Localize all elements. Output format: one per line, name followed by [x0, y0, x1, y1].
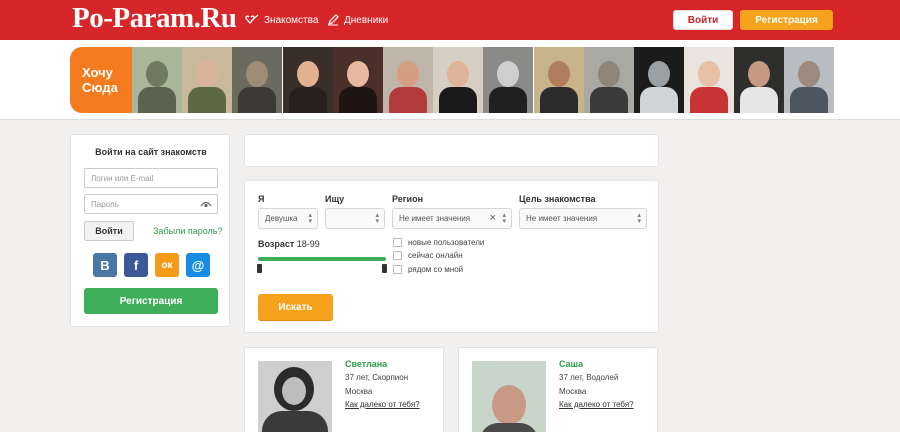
header-login-button[interactable]: Войти	[673, 10, 733, 30]
user-thumbnails	[132, 47, 835, 113]
checkbox-label: сейчас онлайн	[408, 251, 463, 260]
select-arrows-icon: ▴ ▾	[637, 212, 641, 225]
user-thumbnail[interactable]	[132, 47, 182, 113]
goal-value: Не имеет значения	[526, 214, 598, 223]
region-value: Не имеет значения	[399, 214, 471, 223]
forgot-password-link[interactable]: Забыли пароль?	[153, 226, 222, 236]
online-now-checkbox[interactable]: сейчас онлайн	[393, 251, 463, 260]
gender-select[interactable]: Девушка ▴ ▾	[258, 208, 318, 229]
profile-age-sign: 37 лет, Скорпион	[345, 373, 409, 382]
login-title: Войти на сайт знакомств	[95, 147, 207, 157]
site-logo[interactable]: Po-Param.Ru	[72, 2, 237, 35]
distance-link[interactable]: Как далеко от тебя?	[559, 400, 634, 409]
profile-name[interactable]: Саша	[559, 359, 583, 369]
user-thumbnail[interactable]	[332, 47, 383, 113]
promo-want-here-button[interactable]: Хочу Сюда	[70, 47, 132, 113]
checkbox-box[interactable]	[393, 238, 402, 247]
checkbox-box[interactable]	[393, 251, 402, 260]
nav-link-diaries[interactable]: Дневники	[327, 14, 388, 26]
age-slider-max-handle[interactable]	[382, 264, 387, 273]
age-label: Возраст 18-99	[258, 239, 320, 249]
gender-value: Девушка	[265, 214, 298, 223]
top-header: Po-Param.Ru Знакомства Дневники Войти Ре…	[0, 0, 900, 40]
user-thumbnail[interactable]	[232, 47, 283, 113]
age-slider-min-handle[interactable]	[257, 264, 262, 273]
distance-link[interactable]: Как далеко от тебя?	[345, 400, 420, 409]
social-login-buttons: В f ок @	[93, 253, 210, 277]
user-thumbnail[interactable]	[784, 47, 835, 113]
pencil-icon	[328, 14, 339, 26]
profile-city: Москва	[559, 387, 587, 396]
checkbox-box[interactable]	[393, 265, 402, 274]
search-button[interactable]: Искать	[258, 294, 333, 320]
user-thumbnail[interactable]	[533, 47, 584, 113]
user-thumbnail[interactable]	[684, 47, 735, 113]
nav-label-diaries: Дневники	[344, 14, 389, 26]
select-arrows-icon: ▴ ▾	[308, 212, 312, 225]
nearby-checkbox[interactable]: рядом со мной	[393, 265, 463, 274]
user-thumbnail[interactable]	[282, 47, 333, 113]
profile-card[interactable]: Светлана 37 лет, Скорпион Москва Как дал…	[244, 347, 444, 432]
facebook-icon[interactable]: f	[124, 253, 148, 277]
goal-select[interactable]: Не имеет значения ▴ ▾	[519, 208, 647, 229]
profile-age-sign: 37 лет, Водолей	[559, 373, 619, 382]
age-slider-track[interactable]	[258, 257, 386, 261]
promo-line-2: Сюда	[82, 80, 118, 95]
profile-city: Москва	[345, 387, 373, 396]
user-thumbnail[interactable]	[182, 47, 233, 113]
mailru-icon[interactable]: @	[186, 253, 210, 277]
age-range: 18-99	[296, 239, 320, 249]
promo-line-1: Хочу	[82, 65, 113, 80]
seek-label: Ищу	[325, 194, 345, 204]
checkbox-label: рядом со мной	[408, 265, 464, 274]
user-thumbnail[interactable]	[433, 47, 484, 113]
odnoklassniki-icon[interactable]: ок	[155, 253, 179, 277]
login-input[interactable]: Логин или E-mail	[84, 168, 218, 188]
nav-link-dating[interactable]: Знакомства	[245, 14, 318, 26]
profile-photo[interactable]	[472, 361, 546, 432]
region-label: Регион	[392, 194, 423, 204]
checkbox-label: новые пользователи	[408, 238, 485, 247]
heart-arrow-icon	[245, 14, 259, 24]
vk-icon[interactable]: В	[93, 253, 117, 277]
top-banner	[244, 134, 659, 167]
login-panel: Войти на сайт знакомств Логин или E-mail…	[70, 134, 230, 327]
profile-name[interactable]: Светлана	[345, 359, 387, 369]
region-select[interactable]: Не имеет значения × ▴ ▾	[392, 208, 512, 229]
user-thumbnail[interactable]	[483, 47, 534, 113]
age-title: Возраст	[258, 239, 295, 249]
password-placeholder: Пароль	[91, 200, 119, 209]
goal-label: Цель знакомства	[519, 194, 596, 204]
register-button[interactable]: Регистрация	[84, 288, 218, 314]
login-submit-button[interactable]: Войти	[84, 221, 134, 241]
profile-photo[interactable]	[258, 361, 332, 432]
user-thumbnail[interactable]	[382, 47, 433, 113]
search-panel: Я Девушка ▴ ▾ Ищу ▴ ▾ Регион Не имеет знач…	[244, 180, 659, 333]
nav-label-dating: Знакомства	[264, 14, 319, 26]
user-thumbnail[interactable]	[734, 47, 785, 113]
header-register-button[interactable]: Регистрация	[740, 10, 833, 30]
new-users-checkbox[interactable]: новые пользователи	[393, 238, 484, 247]
select-arrows-icon: ▴ ▾	[502, 212, 506, 225]
clear-icon[interactable]: ×	[490, 212, 496, 224]
user-thumbnail[interactable]	[583, 47, 634, 113]
seek-select[interactable]: ▴ ▾	[325, 208, 385, 229]
eye-icon[interactable]	[200, 200, 212, 208]
profile-card[interactable]: Саша 37 лет, Водолей Москва Как далеко о…	[458, 347, 658, 432]
gender-label: Я	[258, 194, 265, 204]
user-thumbnail[interactable]	[633, 47, 684, 113]
password-input[interactable]: Пароль	[84, 194, 218, 214]
select-arrows-icon: ▴ ▾	[375, 212, 379, 225]
